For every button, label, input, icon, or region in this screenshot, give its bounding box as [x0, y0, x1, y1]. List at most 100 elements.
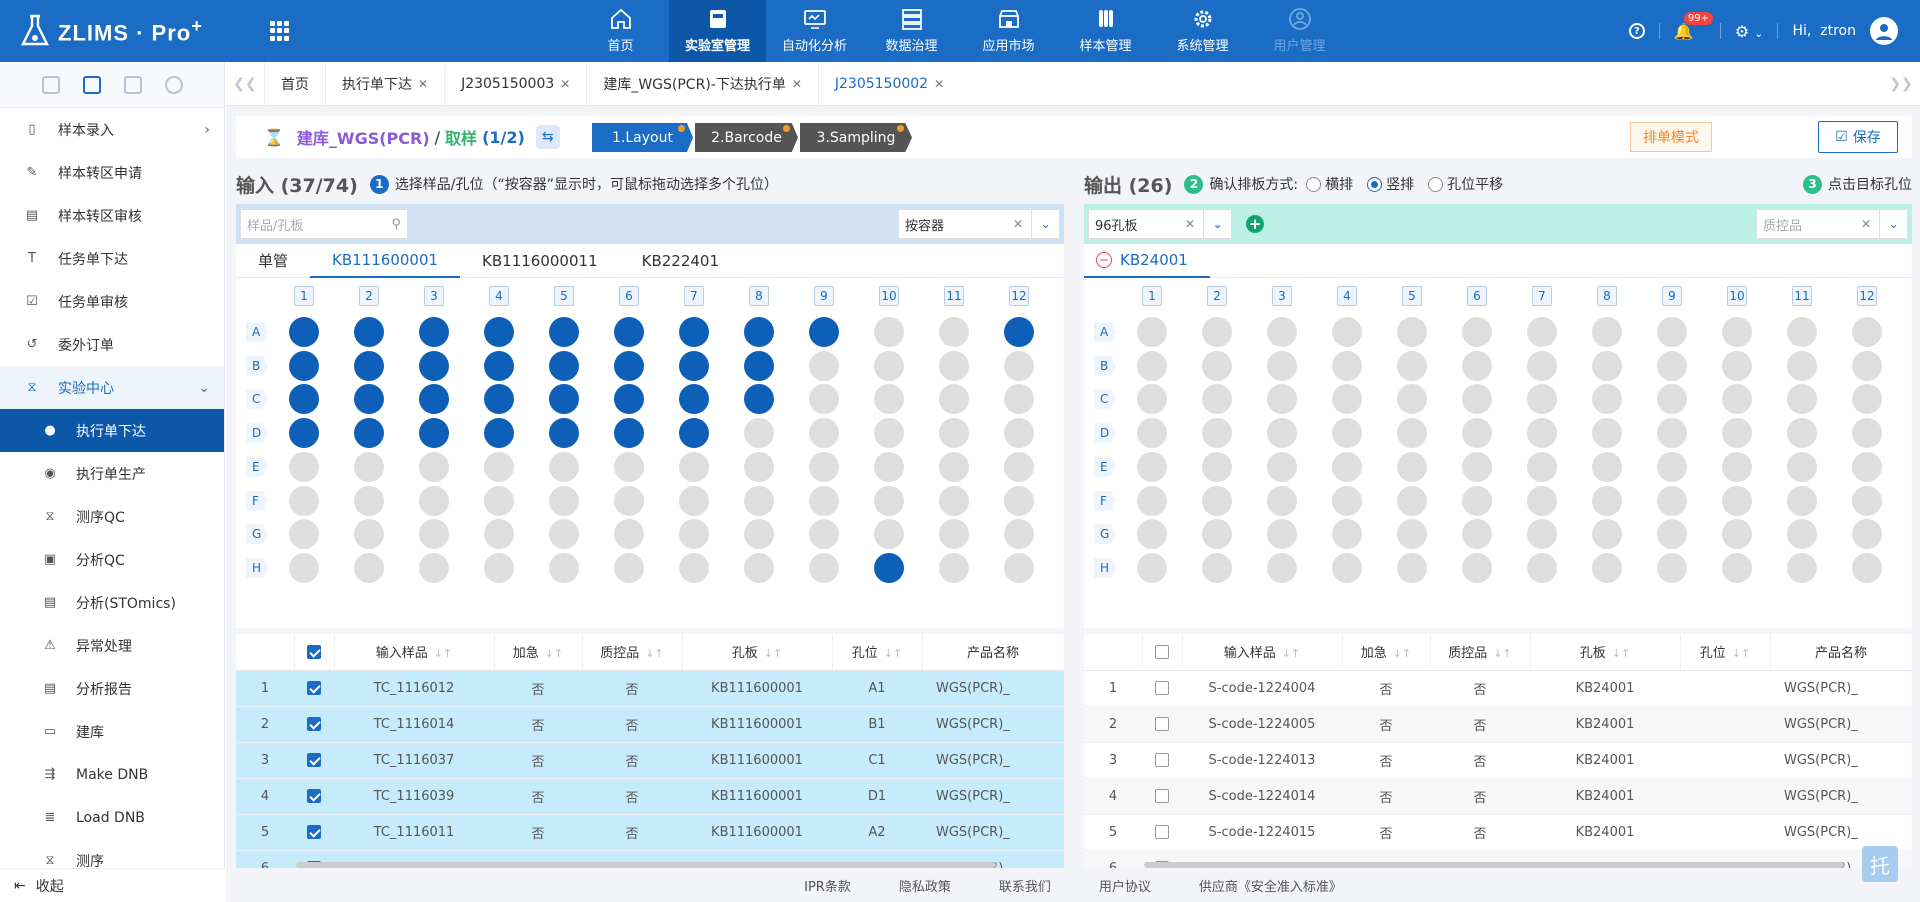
sort-icon[interactable]: ↓↑	[1732, 647, 1750, 660]
well-C3[interactable]	[1267, 384, 1297, 415]
well-B9[interactable]	[809, 350, 839, 381]
row-checkbox[interactable]	[294, 742, 334, 779]
well-C12[interactable]	[1004, 384, 1034, 415]
well-H7[interactable]	[679, 552, 709, 583]
column-header[interactable]: 12	[1009, 286, 1029, 306]
well-C11[interactable]	[939, 384, 969, 415]
sort-icon[interactable]: ↓↑	[764, 647, 782, 660]
well-E6[interactable]	[1462, 451, 1492, 482]
footer-link[interactable]: IPR条款	[804, 876, 851, 895]
well-E12[interactable]	[1852, 451, 1882, 482]
sidebar-item-6[interactable]: ⧖ 实验中心 ⌄	[0, 366, 224, 409]
remove-plate-icon[interactable]: −	[1096, 251, 1112, 268]
well-F1[interactable]	[289, 485, 319, 516]
well-G2[interactable]	[354, 519, 384, 550]
well-F11[interactable]	[939, 485, 969, 516]
well-F12[interactable]	[1004, 485, 1034, 516]
well-G1[interactable]	[1137, 519, 1167, 550]
sort-icon[interactable]: ↓↑	[1393, 647, 1411, 660]
well-B10[interactable]	[874, 350, 904, 381]
app-logo[interactable]: ZLIMS · Pro+	[20, 12, 203, 50]
clear-icon[interactable]: ✕	[1185, 217, 1195, 231]
column-header[interactable]: 孔位 ↓↑	[1680, 634, 1771, 671]
well-G6[interactable]	[1462, 519, 1492, 550]
well-D1[interactable]	[289, 418, 319, 449]
sidebar-item-4[interactable]: ☑ 任务单审核	[0, 280, 224, 323]
well-A3[interactable]	[1267, 317, 1297, 347]
sample-search-input[interactable]: 样品/孔板 ⚲	[240, 209, 408, 239]
well-C9[interactable]	[809, 384, 839, 415]
tab-scroll-right-icon[interactable]: ❯❯	[1882, 62, 1920, 106]
nav-item-7[interactable]: 用户管理	[1251, 0, 1348, 62]
well-C2[interactable]	[354, 384, 384, 415]
footer-link[interactable]: 用户协议	[1099, 876, 1151, 895]
row-header[interactable]: C	[1094, 389, 1116, 410]
step-sampling[interactable]: 3.Sampling	[800, 123, 912, 152]
chevron-down-icon[interactable]: ⌄	[1032, 209, 1060, 239]
well-C2[interactable]	[1202, 384, 1232, 415]
well-B11[interactable]	[1787, 350, 1817, 381]
well-F12[interactable]	[1852, 485, 1882, 516]
well-E12[interactable]	[1004, 451, 1034, 482]
well-C11[interactable]	[1787, 384, 1817, 415]
sort-icon[interactable]: ↓↑	[645, 647, 663, 660]
well-E3[interactable]	[419, 451, 449, 482]
arrange-radio-0[interactable]: 横排	[1306, 174, 1353, 194]
well-D9[interactable]	[809, 418, 839, 449]
well-D6[interactable]	[614, 418, 644, 449]
well-D5[interactable]	[549, 418, 579, 449]
well-F10[interactable]	[874, 485, 904, 516]
arrange-radio-2[interactable]: 孔位平移	[1428, 174, 1503, 194]
sidebar-item-16[interactable]: ≣ Load DNB	[0, 796, 224, 839]
column-header[interactable]: 7	[1532, 286, 1552, 306]
column-header[interactable]: 3	[424, 286, 444, 306]
sidebar-item-14[interactable]: ▭ 建库	[0, 710, 224, 753]
row-header[interactable]: B	[1094, 355, 1116, 376]
well-F6[interactable]	[614, 485, 644, 516]
sidebar-item-3[interactable]: T 任务单下达	[0, 237, 224, 280]
gear-icon[interactable]	[164, 75, 183, 94]
well-A9[interactable]	[809, 317, 839, 347]
row-checkbox[interactable]	[1142, 742, 1182, 779]
user-greeting[interactable]: Hi, ztron	[1792, 23, 1856, 39]
well-H7[interactable]	[1527, 552, 1557, 583]
well-G2[interactable]	[1202, 519, 1232, 550]
well-C7[interactable]	[679, 384, 709, 415]
well-A11[interactable]	[939, 317, 969, 347]
well-D11[interactable]	[1787, 418, 1817, 449]
well-H12[interactable]	[1852, 552, 1882, 583]
well-E5[interactable]	[1397, 451, 1427, 482]
sidebar-item-2[interactable]: ▤ 样本转区审核	[0, 194, 224, 237]
chevron-down-icon[interactable]: ⌄	[1880, 209, 1908, 239]
well-B11[interactable]	[939, 350, 969, 381]
plate-tab-2[interactable]: KB1116000011	[460, 244, 620, 278]
well-E7[interactable]	[1527, 451, 1557, 482]
column-header[interactable]: 9	[1662, 286, 1682, 306]
well-C3[interactable]	[419, 384, 449, 415]
well-C6[interactable]	[614, 384, 644, 415]
column-header[interactable]: 质控品 ↓↑	[1430, 634, 1531, 671]
tab-4[interactable]: J2305150002 ✕	[817, 61, 960, 106]
well-H11[interactable]	[939, 552, 969, 583]
well-D3[interactable]	[1267, 418, 1297, 449]
well-D8[interactable]	[744, 418, 774, 449]
well-A11[interactable]	[1787, 317, 1817, 347]
close-icon[interactable]: ✕	[418, 77, 428, 91]
column-header[interactable]: 孔板 ↓↑	[682, 634, 833, 671]
well-C1[interactable]	[289, 384, 319, 415]
well-A2[interactable]	[1202, 317, 1232, 347]
well-B4[interactable]	[484, 350, 514, 381]
footer-link[interactable]: 联系我们	[999, 876, 1051, 895]
well-A2[interactable]	[354, 317, 384, 347]
well-D10[interactable]	[1722, 418, 1752, 449]
column-header[interactable]: 孔位 ↓↑	[832, 634, 923, 671]
well-A1[interactable]	[1137, 317, 1167, 347]
sidebar-item-5[interactable]: ↺ 委外订单	[0, 323, 224, 366]
sort-icon[interactable]: ↓↑	[434, 647, 452, 660]
well-A10[interactable]	[874, 317, 904, 347]
well-G7[interactable]	[679, 519, 709, 550]
well-C8[interactable]	[744, 384, 774, 415]
column-header[interactable]: 产品名称	[1770, 634, 1912, 671]
well-F3[interactable]	[1267, 485, 1297, 516]
well-F4[interactable]	[484, 485, 514, 516]
